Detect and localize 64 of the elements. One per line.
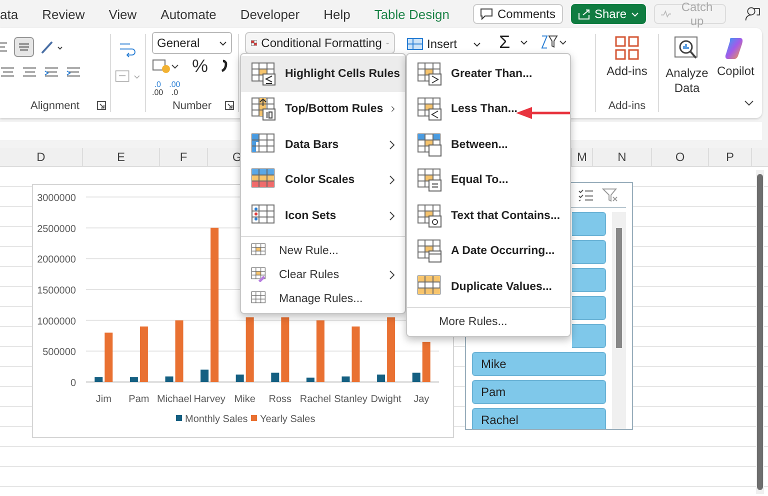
menu-item[interactable]: Icon Sets	[241, 198, 405, 234]
slicer-item[interactable]: Pam	[472, 380, 606, 404]
column-header[interactable]: P	[709, 148, 752, 166]
ribbon-tab[interactable]: Automate	[160, 6, 216, 22]
legend-label: Monthly Sales	[185, 414, 248, 425]
ribbon-tab[interactable]: ata	[0, 6, 18, 22]
x-axis-label: Stanley	[334, 394, 368, 405]
menu-item[interactable]: Text that Contains...	[407, 198, 570, 234]
decimal-button[interactable]: .0 .00	[152, 81, 164, 97]
menu-item[interactable]: Equal To...	[407, 162, 570, 198]
x-axis-label: Dwight	[370, 394, 402, 405]
ribbon-tab[interactable]: Review	[42, 6, 85, 22]
x-axis-label: Jay	[414, 394, 430, 405]
menu-item[interactable]: Duplicate Values...	[407, 269, 570, 304]
conditional-formatting-button[interactable]: Conditional Formatting	[245, 32, 395, 54]
x-axis-label: Ross	[268, 394, 292, 405]
share-button[interactable]: Share	[570, 4, 646, 24]
decimal-button[interactable]: .00 .0	[169, 81, 180, 97]
menu-item[interactable]: Between...	[407, 127, 570, 162]
y-axis-label: 1000000	[37, 316, 76, 328]
menu-item[interactable]: Greater Than...	[407, 56, 570, 92]
x-axis-label: Michael	[157, 394, 192, 405]
menu-item[interactable]: A Date Occurring...	[407, 234, 570, 269]
menu-item[interactable]: Less Than...	[407, 92, 570, 127]
menu-item[interactable]: Clear Rules	[241, 262, 405, 286]
y-axis-label: 1500000	[37, 286, 76, 296]
column-header[interactable]: M	[572, 148, 593, 166]
y-axis-label: 500000	[42, 347, 76, 358]
menu-item[interactable]: Top/Bottom Rules	[241, 92, 405, 127]
ribbon-tab[interactable]: Developer	[240, 6, 300, 22]
legend-label: Yearly Sales	[260, 414, 316, 425]
number-format-dropdown[interactable]: General	[152, 32, 232, 54]
y-axis-label: 3000000	[37, 193, 76, 204]
analyze-data-button[interactable]: Analyze Data	[665, 36, 709, 96]
x-axis-label: Rachel	[300, 394, 332, 405]
percent-style-button[interactable]: %	[192, 56, 208, 76]
x-axis-label: Pam	[128, 394, 150, 405]
add-ins-button[interactable]: Add-ins	[606, 36, 648, 78]
ribbon-tab[interactable]: View	[108, 6, 137, 22]
menu-item[interactable]: More Rules...	[407, 310, 570, 334]
comments-button[interactable]: Comments	[473, 4, 562, 24]
y-axis-label: 2500000	[37, 224, 76, 235]
y-axis-label: 2000000	[37, 254, 76, 266]
slicer-item[interactable]: Rachel	[472, 408, 606, 429]
y-axis-label: 0	[70, 378, 76, 389]
column-header[interactable]: O	[652, 148, 709, 166]
menu-item[interactable]: Manage Rules...	[241, 286, 405, 310]
column-header[interactable]: N	[593, 148, 652, 166]
autosum-button[interactable]: Σ	[499, 32, 528, 52]
group-label: Alignment	[30, 100, 80, 112]
ribbon-tab[interactable]: Help	[324, 6, 350, 22]
group-label: Number	[172, 100, 212, 112]
ribbon-tab[interactable]: Table Design	[374, 6, 450, 22]
slicer-item[interactable]: Mike	[472, 352, 606, 376]
column-header[interactable]: E	[83, 148, 160, 166]
column-header[interactable]: D	[0, 148, 83, 166]
column-header[interactable]: F	[160, 148, 208, 166]
menu-item[interactable]: New Rule...	[241, 238, 405, 262]
group-label: Add-ins	[608, 100, 646, 112]
x-axis-label: Mike	[234, 394, 256, 405]
x-axis-label: Harvey	[194, 394, 226, 405]
x-axis-label: Jim	[96, 394, 112, 405]
copilot-button[interactable]: Copilot	[717, 36, 754, 78]
menu-item[interactable]: Highlight Cells Rules	[241, 56, 405, 92]
